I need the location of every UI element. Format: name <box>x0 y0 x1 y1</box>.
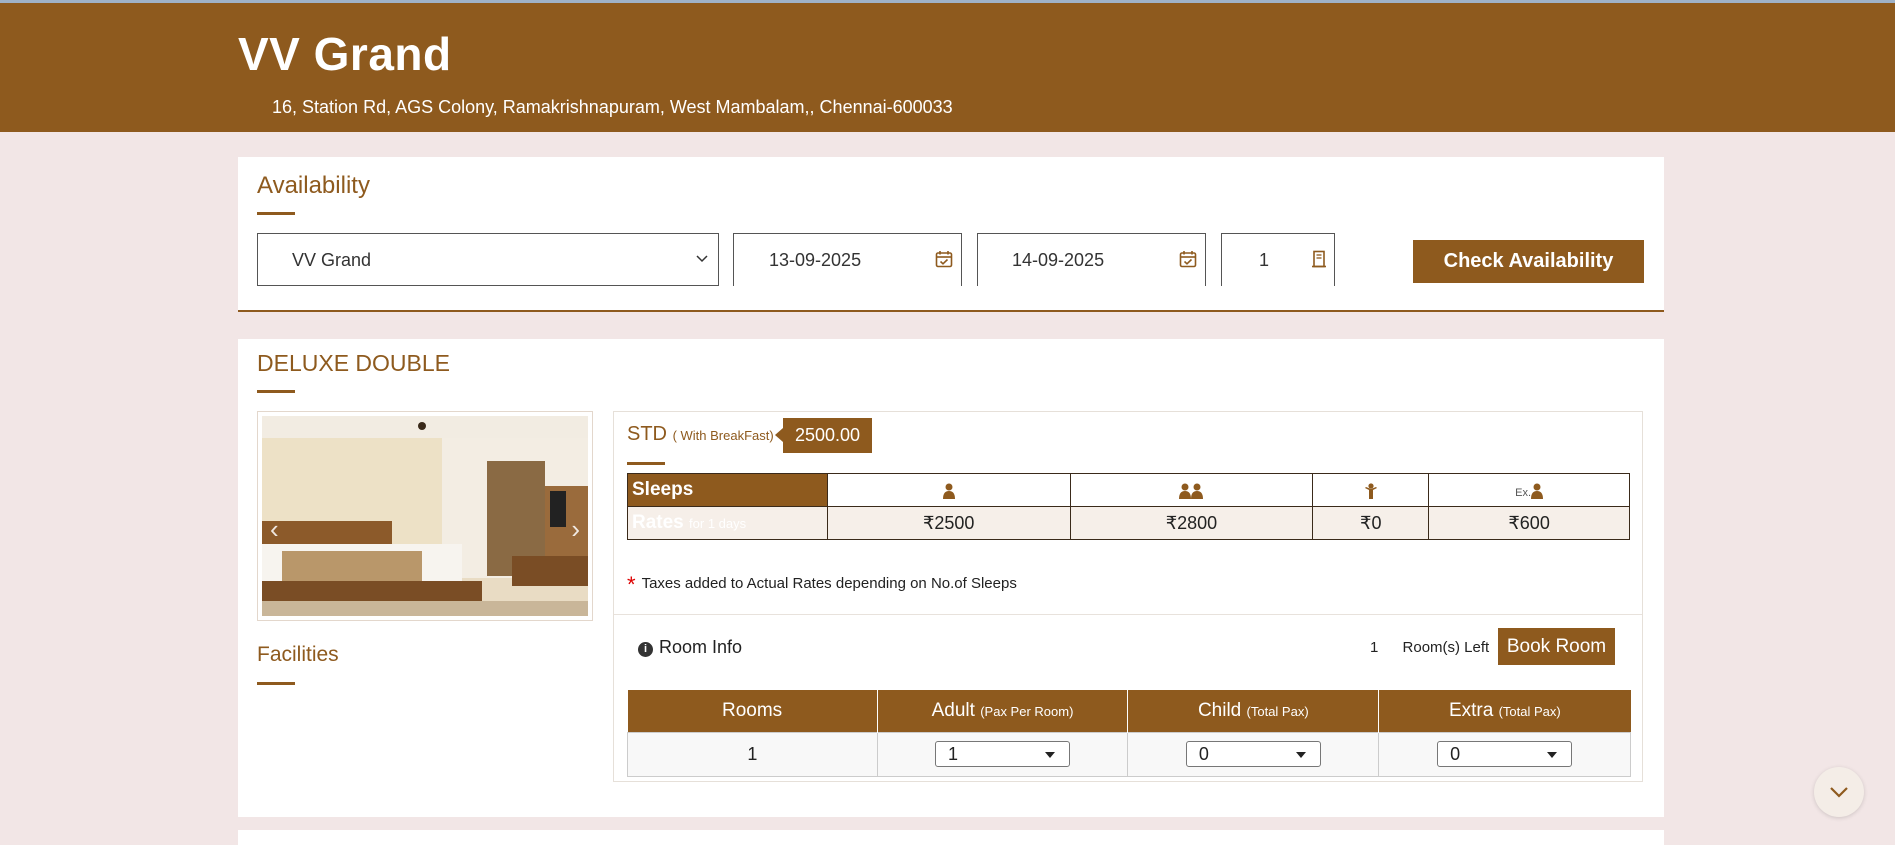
rooms-left-count: 1 <box>1370 639 1379 656</box>
extra-select-value: 0 <box>1450 744 1461 764</box>
rate-plan-label: STD ( With BreakFast) <box>627 423 774 446</box>
double-occupancy-cell <box>1069 473 1314 507</box>
pax-header-child: Child (Total Pax) <box>1127 690 1380 732</box>
rate-extra: ₹600 <box>1428 506 1630 540</box>
pax-header-extra: Extra (Total Pax) <box>1378 690 1631 732</box>
checkin-date-field[interactable]: 13-09-2025 <box>733 233 962 286</box>
chevron-down-icon <box>696 255 708 263</box>
rates-table: Sleeps Ex. Rates for 1 days ₹2500 ₹2800 … <box>627 473 1630 540</box>
availability-title: Availability <box>257 172 370 199</box>
checkout-date-field[interactable]: 14-09-2025 <box>977 233 1206 286</box>
pax-extra-cell: 0 <box>1378 731 1631 777</box>
rate-single: ₹2500 <box>826 506 1071 540</box>
adult-select-value: 1 <box>948 744 959 764</box>
child-cell <box>1312 473 1430 507</box>
rates-sub: for 1 days <box>689 516 747 531</box>
calendar-check-icon <box>935 251 953 268</box>
facilities-title: Facilities <box>257 643 339 666</box>
caret-down-icon <box>1045 752 1056 758</box>
tax-note: * Taxes added to Actual Rates depending o… <box>627 572 1017 598</box>
chevron-down-icon <box>1830 787 1848 798</box>
tax-note-text: Taxes added to Actual Rates depending on… <box>641 575 1017 592</box>
pax-header-sub: (Total Pax) <box>1498 703 1561 719</box>
pax-header-label: Extra <box>1448 699 1494 721</box>
rooms-count-field[interactable]: 1 <box>1221 233 1335 286</box>
room-info-link[interactable]: i Room Info <box>638 637 742 658</box>
pax-child-cell: 0 <box>1127 731 1380 777</box>
hotel-header: VV Grand 16, Station Rd, AGS Colony, Ram… <box>0 3 1895 132</box>
title-underline <box>257 212 295 215</box>
hotel-select[interactable]: VV Grand <box>257 233 719 286</box>
pax-header-sub: (Total Pax) <box>1246 703 1309 719</box>
hotel-address: 16, Station Rd, AGS Colony, Ramakrishnap… <box>272 97 953 117</box>
hotel-name: VV Grand <box>238 28 452 80</box>
info-icon: i <box>638 642 653 657</box>
child-select-value: 0 <box>1198 744 1209 764</box>
room-info-label: Room Info <box>659 637 743 657</box>
pax-header-label: Adult <box>931 699 975 721</box>
rates-label: Rates <box>632 512 684 533</box>
rooms-left: 1 Room(s) Left <box>1370 639 1489 656</box>
two-persons-icon <box>1179 483 1204 499</box>
check-availability-button[interactable]: Check Availability <box>1413 240 1644 283</box>
asterisk-icon: * <box>627 572 636 597</box>
room-photo-carousel[interactable]: ‹ › <box>257 411 593 621</box>
title-underline <box>257 682 295 685</box>
pax-rooms-value: 1 <box>627 731 878 777</box>
caret-down-icon <box>1547 752 1558 758</box>
room-type-title: DELUXE DOUBLE <box>257 350 451 376</box>
pax-header-rooms: Rooms <box>627 690 878 732</box>
adult-select[interactable]: 1 <box>935 741 1071 767</box>
caret-down-icon <box>1295 752 1306 758</box>
pax-header-adult: Adult (Pax Per Room) <box>877 690 1129 732</box>
room-photo: ‹ › <box>262 416 588 616</box>
extra-person-cell: Ex. <box>1428 473 1630 507</box>
pax-header-sub: (Pax Per Room) <box>980 703 1074 719</box>
rate-plan-name: STD <box>627 423 667 445</box>
extra-person-icon <box>1531 483 1544 499</box>
hotel-select-value: VV Grand <box>292 250 372 270</box>
person-icon <box>942 483 955 499</box>
pax-table: Rooms Adult (Pax Per Room) Child (Total … <box>627 690 1631 777</box>
door-icon <box>1312 250 1326 268</box>
rate-child: ₹0 <box>1312 506 1430 540</box>
pax-header-label: Rooms <box>721 699 783 721</box>
divider <box>614 614 1642 615</box>
extra-prefix: Ex. <box>1515 486 1532 499</box>
book-room-button[interactable]: Book Room <box>1498 628 1615 665</box>
single-occupancy-cell <box>826 473 1071 507</box>
sleeps-label: Sleeps <box>627 473 828 507</box>
next-room-card <box>238 830 1664 845</box>
rooms-count-value: 1 <box>1259 250 1270 270</box>
rooms-left-label: Room(s) Left <box>1402 639 1490 656</box>
rate-double: ₹2800 <box>1069 506 1314 540</box>
calendar-check-icon <box>1179 251 1197 268</box>
rate-plan-sub: ( With BreakFast) <box>672 428 774 443</box>
checkin-date-value: 13-09-2025 <box>769 250 862 270</box>
title-underline <box>627 462 665 465</box>
pax-adult-cell: 1 <box>876 731 1129 777</box>
child-icon <box>1364 483 1377 499</box>
title-underline <box>257 390 295 393</box>
chevron-right-icon[interactable]: › <box>571 514 580 545</box>
child-select[interactable]: 0 <box>1185 741 1321 767</box>
room-photo-image <box>262 416 588 616</box>
price-tag: 2500.00 <box>775 418 872 453</box>
extra-select[interactable]: 0 <box>1437 741 1573 767</box>
checkout-date-value: 14-09-2025 <box>1012 250 1105 270</box>
scroll-down-button[interactable] <box>1814 767 1864 817</box>
rates-label-cell: Rates for 1 days <box>627 506 828 540</box>
pax-header-label: Child <box>1197 699 1242 721</box>
chevron-left-icon[interactable]: ‹ <box>270 514 279 545</box>
